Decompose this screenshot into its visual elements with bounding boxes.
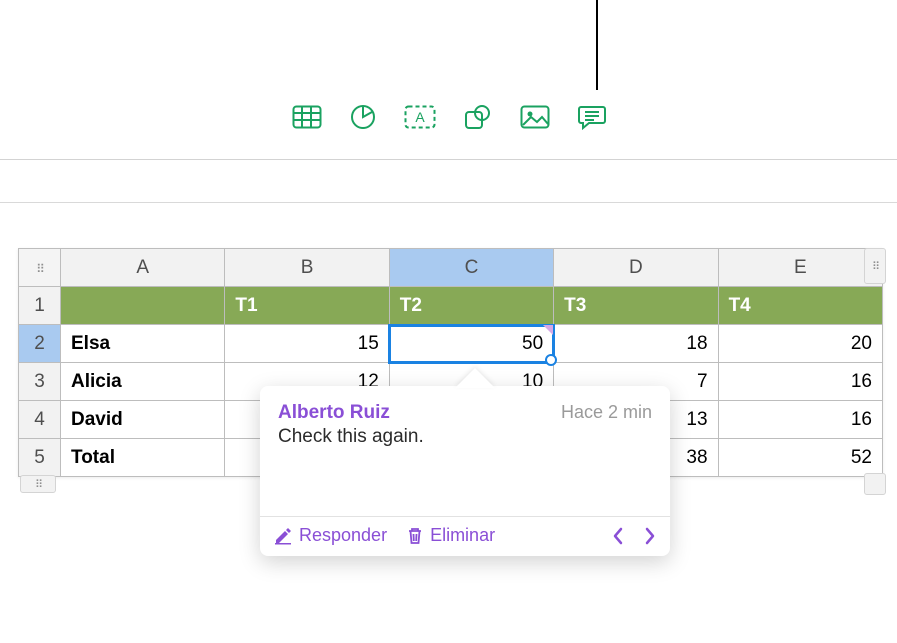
name-cell[interactable]: David <box>61 401 225 439</box>
next-comment-button[interactable] <box>644 527 656 545</box>
header-cell[interactable]: T1 <box>225 287 389 325</box>
topbar: A <box>0 0 897 160</box>
data-cell[interactable]: 18 <box>554 325 718 363</box>
header-cell[interactable]: T3 <box>554 287 718 325</box>
row-header-1[interactable]: 1 <box>19 287 61 325</box>
add-row-handle[interactable]: ⠿ <box>20 475 56 493</box>
data-cell[interactable]: 20 <box>718 325 882 363</box>
comment-author: Alberto Ruiz <box>278 402 390 424</box>
trash-icon <box>407 527 423 545</box>
comment-popover: Alberto Ruiz Hace 2 min Check this again… <box>260 386 670 556</box>
chart-icon[interactable] <box>350 104 376 130</box>
toolbar-divider <box>0 159 897 160</box>
data-cell[interactable]: 16 <box>718 401 882 439</box>
table-icon[interactable] <box>292 105 322 129</box>
row-header-4[interactable]: 4 <box>19 401 61 439</box>
corner-cell[interactable]: ⠿ <box>19 249 61 287</box>
name-cell[interactable]: Alicia <box>61 363 225 401</box>
resize-handle[interactable] <box>864 473 886 495</box>
pencil-icon <box>274 527 292 545</box>
column-header-B[interactable]: B <box>225 249 389 287</box>
data-cell[interactable]: 15 <box>225 325 389 363</box>
reply-button[interactable]: Responder <box>274 525 387 546</box>
shape-icon[interactable] <box>464 104 492 130</box>
row-header-2[interactable]: 2 <box>19 325 61 363</box>
data-cell[interactable]: 50 <box>389 325 553 363</box>
text-icon[interactable]: A <box>404 105 436 129</box>
row-header-3[interactable]: 3 <box>19 363 61 401</box>
spreadsheet: ⠿ABCDE1T1T2T3T42Elsa155018203Alicia12107… <box>0 248 897 477</box>
media-icon[interactable] <box>520 105 550 129</box>
delete-label: Eliminar <box>430 525 495 546</box>
reply-label: Responder <box>299 525 387 546</box>
svg-text:A: A <box>415 109 425 125</box>
name-cell[interactable]: Total <box>61 439 225 477</box>
sheet-divider <box>0 202 897 203</box>
add-column-handle[interactable]: ⠿ <box>864 248 886 284</box>
comment-icon[interactable] <box>578 104 606 130</box>
data-cell[interactable]: 16 <box>718 363 882 401</box>
column-header-C[interactable]: C <box>389 249 553 287</box>
header-cell[interactable]: T4 <box>718 287 882 325</box>
header-cell[interactable] <box>61 287 225 325</box>
data-cell[interactable]: 52 <box>718 439 882 477</box>
delete-button[interactable]: Eliminar <box>407 525 495 546</box>
comment-timestamp: Hace 2 min <box>561 402 652 423</box>
name-cell[interactable]: Elsa <box>61 325 225 363</box>
column-header-A[interactable]: A <box>61 249 225 287</box>
toolbar: A <box>0 104 897 144</box>
prev-comment-button[interactable] <box>612 527 624 545</box>
column-header-E[interactable]: E <box>718 249 882 287</box>
row-header-5[interactable]: 5 <box>19 439 61 477</box>
column-header-D[interactable]: D <box>554 249 718 287</box>
comment-actions: Responder Eliminar <box>260 516 670 556</box>
header-cell[interactable]: T2 <box>389 287 553 325</box>
comment-text: Check this again. <box>278 426 652 448</box>
